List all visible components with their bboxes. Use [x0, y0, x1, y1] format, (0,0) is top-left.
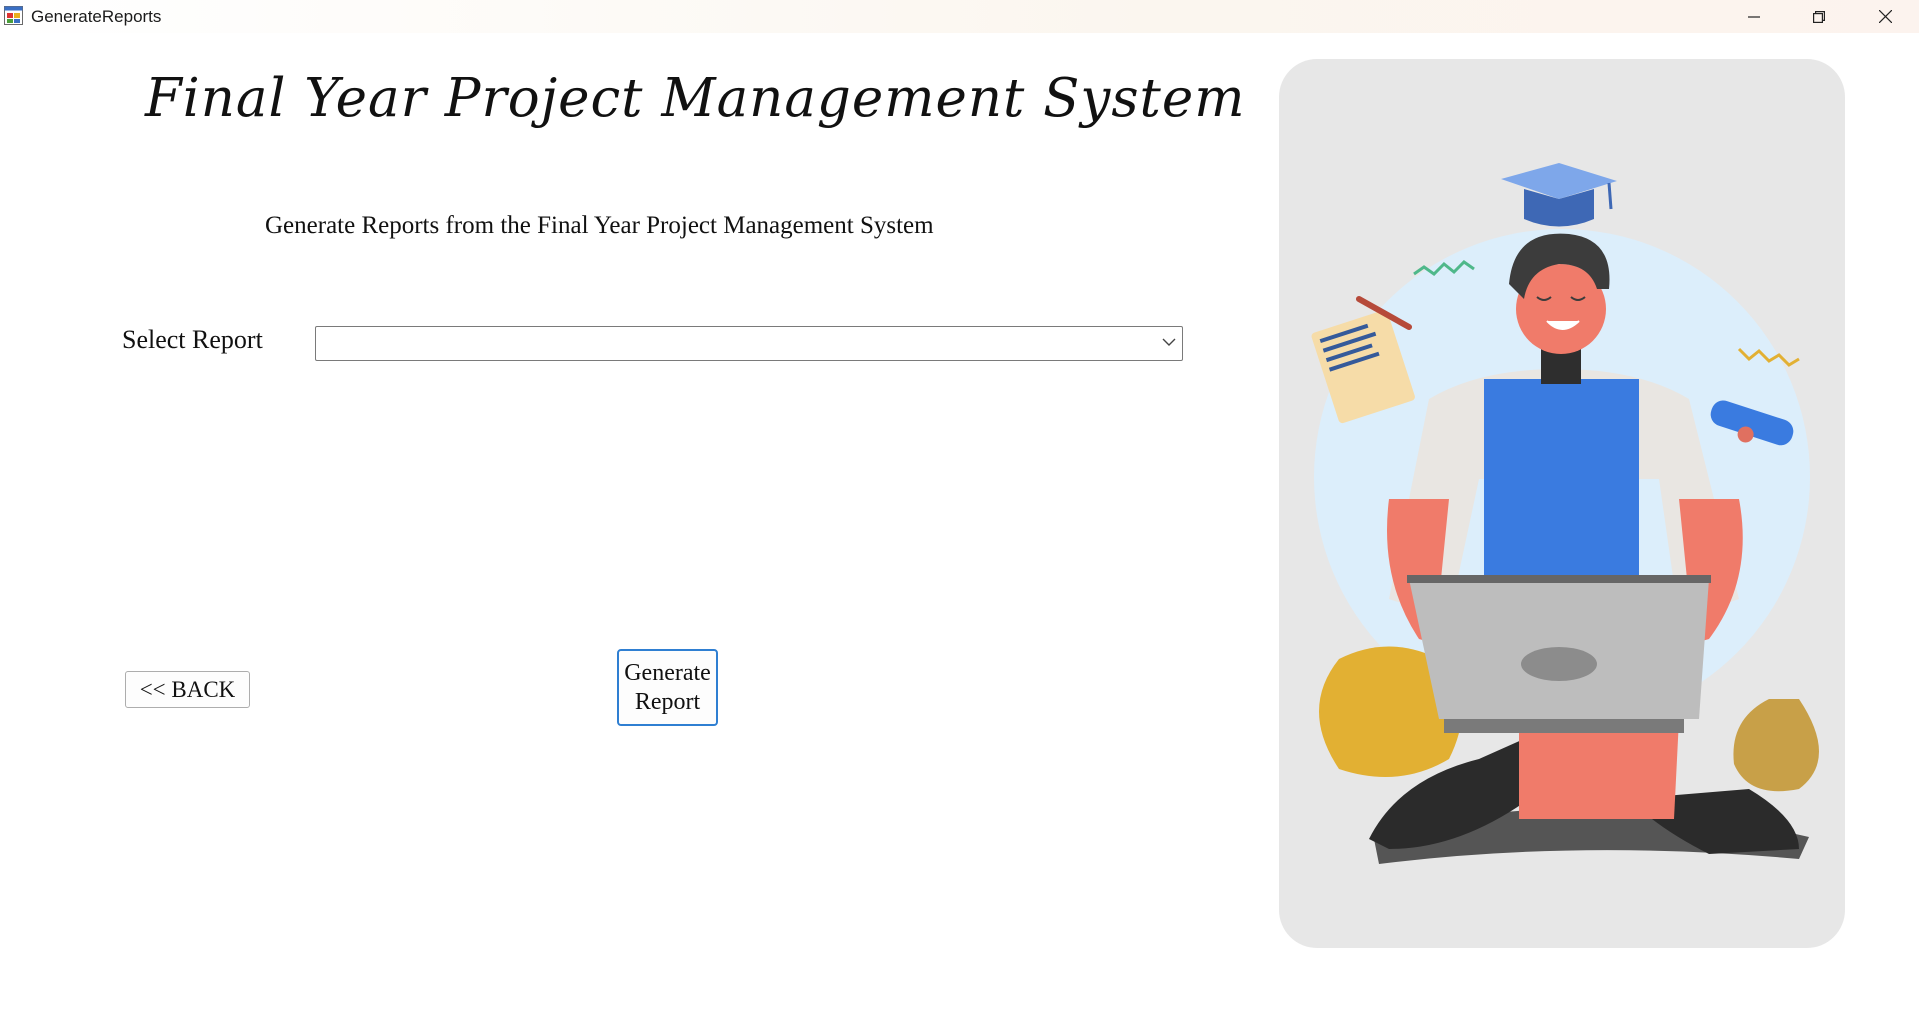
app-heading: Final Year Project Management System	[145, 68, 1246, 129]
generate-report-label: Generate Report	[624, 659, 711, 717]
illustration-card	[1279, 59, 1845, 948]
generate-label-line1: Generate	[624, 659, 711, 686]
select-report-label: Select Report	[122, 325, 263, 354]
page-subheading: Generate Reports from the Final Year Pro…	[265, 212, 934, 239]
generate-label-line2: Report	[634, 688, 701, 715]
generate-report-button[interactable]: Generate Report	[617, 649, 718, 726]
close-icon	[1878, 10, 1892, 23]
form-app-icon	[4, 6, 23, 25]
cap-tassel	[1607, 182, 1613, 210]
yellow-leaf-right	[1733, 699, 1819, 792]
close-button[interactable]	[1853, 0, 1917, 33]
report-select-dropdown[interactable]	[315, 326, 1183, 361]
title-bar: GenerateReports	[0, 0, 1919, 33]
pants	[1519, 719, 1679, 819]
laptop-top-edge	[1407, 575, 1711, 583]
laptop-base	[1444, 719, 1684, 733]
chevron-down-icon	[1162, 338, 1176, 346]
cap-top	[1501, 163, 1617, 199]
back-button[interactable]: << BACK	[125, 671, 250, 708]
window-title: GenerateReports	[31, 7, 162, 26]
minimize-button[interactable]	[1722, 0, 1786, 33]
student-laptop-illustration	[1311, 163, 1819, 864]
restore-icon	[1813, 10, 1825, 23]
minimize-icon	[1748, 15, 1760, 18]
laptop-logo	[1521, 647, 1597, 681]
restore-button[interactable]	[1787, 0, 1851, 33]
